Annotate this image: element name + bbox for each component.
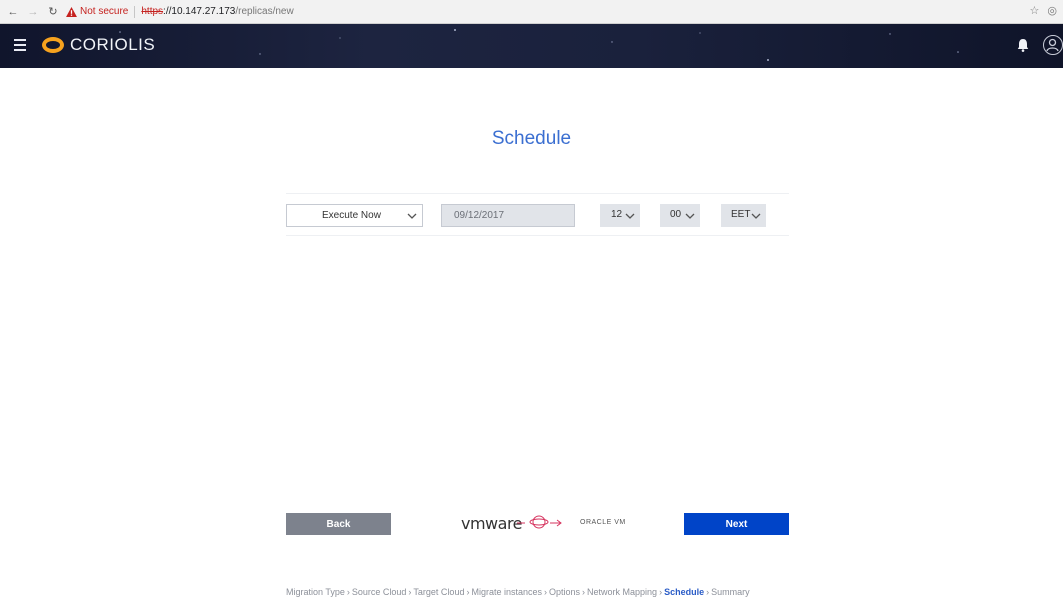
app-header: CORIOLIS <box>0 24 1063 68</box>
breadcrumb-separator: › <box>582 587 586 597</box>
migration-arrow-icon <box>517 515 562 529</box>
breadcrumb-separator: › <box>706 587 710 597</box>
execution-mode-value: Execute Now <box>322 210 381 221</box>
chevron-down-icon <box>751 213 761 219</box>
breadcrumb-summary[interactable]: Summary <box>711 587 750 597</box>
timezone-select[interactable]: EET <box>721 204 766 227</box>
vmware-logo-text: vmware <box>461 514 523 533</box>
bookmark-star-icon[interactable]: ☆ <box>1030 4 1040 17</box>
chevron-down-icon <box>625 213 635 219</box>
chevron-down-icon <box>685 213 695 219</box>
breadcrumb-source-cloud[interactable]: Source Cloud <box>352 587 407 597</box>
url-host: ://10.147.27.173 <box>163 6 236 17</box>
date-field[interactable]: 09/12/2017 <box>441 204 575 227</box>
coriolis-logo-icon <box>42 37 64 53</box>
bell-icon[interactable] <box>1017 38 1029 52</box>
date-value: 09/12/2017 <box>454 210 505 221</box>
extension-icon[interactable]: ◎ <box>1047 4 1057 17</box>
breadcrumb: Migration Type › Source Cloud › Target Cloud… <box>286 587 750 597</box>
coriolis-logo[interactable]: CORIOLIS <box>42 35 155 55</box>
chevron-down-icon <box>407 213 417 219</box>
minute-select[interactable]: 00 <box>660 204 700 227</box>
url-path: /replicas/new <box>235 6 294 17</box>
breadcrumb-migration-type[interactable]: Migration Type <box>286 587 345 597</box>
hour-value: 12 <box>611 209 623 220</box>
minute-value: 00 <box>670 209 682 220</box>
breadcrumb-separator: › <box>466 587 470 597</box>
browser-toolbar: ← → ↻ Not secure https ://10.147.27.173 … <box>0 0 1063 24</box>
hour-select[interactable]: 12 <box>600 204 640 227</box>
breadcrumb-separator: › <box>659 587 663 597</box>
reload-icon[interactable]: ↻ <box>46 5 60 19</box>
breadcrumb-options[interactable]: Options <box>549 587 580 597</box>
breadcrumb-migrate-instances[interactable]: Migrate instances <box>471 587 542 597</box>
breadcrumb-separator: › <box>346 587 350 597</box>
address-separator <box>134 5 136 18</box>
hamburger-menu-icon[interactable] <box>14 39 26 51</box>
breadcrumb-network-mapping[interactable]: Network Mapping <box>587 587 657 597</box>
breadcrumb-schedule[interactable]: Schedule <box>664 587 704 597</box>
breadcrumb-separator: › <box>544 587 547 597</box>
not-secure-label: Not secure <box>80 6 129 17</box>
warning-icon <box>66 6 77 17</box>
user-icon[interactable] <box>1043 35 1063 55</box>
vmware-logo: vmware <box>461 514 523 533</box>
header-background <box>119 29 959 61</box>
address-bar[interactable]: Not secure https ://10.147.27.173 /repli… <box>66 3 294 21</box>
url-scheme: https <box>141 6 164 17</box>
forward-arrow-icon[interactable]: → <box>26 5 40 19</box>
timezone-value: EET <box>731 209 751 220</box>
logo-text: CORIOLIS <box>70 35 156 54</box>
next-button[interactable]: Next <box>684 513 789 535</box>
back-button[interactable]: Back <box>286 513 391 535</box>
schedule-row: Execute Now 09/12/2017 12 00 EET <box>286 193 789 236</box>
page-title: Schedule <box>491 128 572 149</box>
oracle-vm-logo: ORACLE VM <box>580 519 626 526</box>
back-arrow-icon[interactable]: ← <box>6 5 20 19</box>
execution-mode-dropdown[interactable]: Execute Now <box>286 204 423 227</box>
breadcrumb-target-cloud[interactable]: Target Cloud <box>413 587 464 597</box>
breadcrumb-separator: › <box>408 587 412 597</box>
